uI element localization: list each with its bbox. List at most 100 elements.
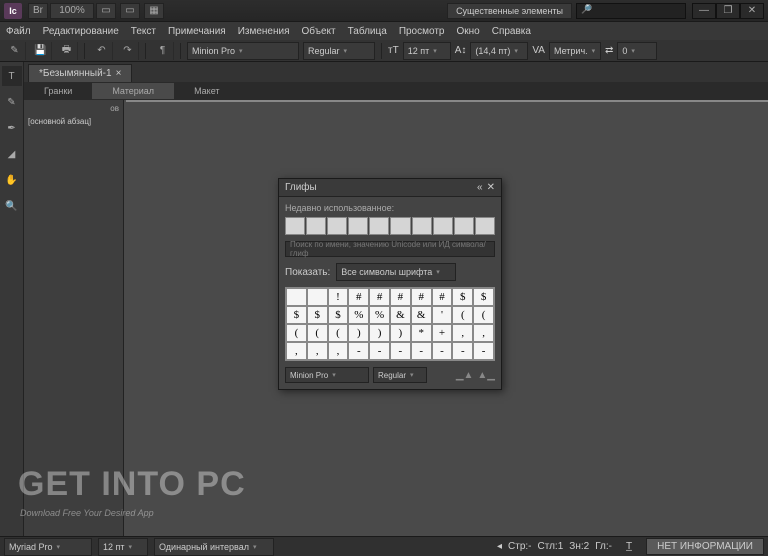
glyph-cell[interactable]: ' — [432, 306, 453, 324]
maximize-button[interactable]: ❐ — [716, 3, 740, 19]
menu-file[interactable]: Файл — [6, 26, 31, 37]
glyph-cell[interactable]: # — [390, 288, 411, 306]
recent-glyph-cell[interactable] — [327, 217, 347, 235]
glyph-cell[interactable]: , — [473, 324, 494, 342]
tracking-combo[interactable]: 0 — [617, 42, 657, 60]
recent-glyph-cell[interactable] — [433, 217, 453, 235]
bridge-button[interactable]: Br — [28, 3, 48, 19]
recent-glyph-cell[interactable] — [454, 217, 474, 235]
zoom-in-icon[interactable]: ▲▁ — [477, 370, 495, 381]
subtab-story[interactable]: Материал — [92, 83, 174, 99]
glyph-cell[interactable]: ( — [307, 324, 328, 342]
close-button[interactable]: ✕ — [740, 3, 764, 19]
close-tab-icon[interactable]: × — [116, 68, 122, 79]
measure-tool[interactable]: ◢ — [2, 144, 22, 164]
print-button[interactable]: 🖶 — [56, 42, 78, 60]
pilcrow-button[interactable]: ¶ — [152, 42, 174, 60]
glyph-cell[interactable]: , — [328, 342, 349, 360]
zoom-out-icon[interactable]: ▁▲ — [456, 370, 474, 381]
status-spacing-combo[interactable]: Одинарный интервал — [154, 538, 274, 556]
glyph-cell[interactable]: ( — [473, 306, 494, 324]
status-size-combo[interactable]: 12 пт — [98, 538, 148, 556]
recent-glyph-cell[interactable] — [412, 217, 432, 235]
glyph-cell[interactable]: ) — [348, 324, 369, 342]
glyph-cell[interactable]: - — [432, 342, 453, 360]
font-style-combo[interactable]: Regular — [303, 42, 375, 60]
glyph-search-input[interactable]: Поиск по имени, значению Unicode или ИД … — [285, 241, 495, 257]
minimize-button[interactable]: — — [692, 3, 716, 19]
font-size-combo[interactable]: 12 пт — [403, 42, 451, 60]
glyph-cell[interactable]: $ — [328, 306, 349, 324]
recent-glyph-cell[interactable] — [306, 217, 326, 235]
panel-close-icon[interactable]: ✕ — [487, 182, 495, 193]
menu-help[interactable]: Справка — [492, 26, 531, 37]
menu-notes[interactable]: Примечания — [168, 26, 226, 37]
glyph-cell[interactable]: % — [369, 306, 390, 324]
show-filter-combo[interactable]: Все символы шрифта — [336, 263, 456, 281]
glyph-style-combo[interactable]: Regular — [373, 367, 427, 383]
hand-tool[interactable]: ✋ — [2, 170, 22, 190]
glyph-cell[interactable]: + — [432, 324, 453, 342]
glyph-cell[interactable]: ( — [328, 324, 349, 342]
glyph-cell[interactable]: , — [286, 342, 307, 360]
glyph-cell[interactable]: - — [348, 342, 369, 360]
subtab-layout[interactable]: Макет — [174, 83, 239, 99]
arrange-docs-button[interactable]: ▦ — [144, 3, 164, 19]
menu-window[interactable]: Окно — [456, 26, 479, 37]
status-info[interactable]: НЕТ ИНФОРМАЦИИ — [646, 538, 764, 555]
glyph-cell[interactable]: , — [452, 324, 473, 342]
zoom-tool[interactable]: 🔍 — [2, 196, 22, 216]
glyph-cell[interactable]: - — [390, 342, 411, 360]
status-font-combo[interactable]: Myriad Pro — [4, 538, 92, 556]
glyph-cell[interactable]: $ — [473, 288, 494, 306]
menu-text[interactable]: Текст — [131, 26, 156, 37]
glyph-cell[interactable]: # — [348, 288, 369, 306]
glyph-cell[interactable]: ) — [390, 324, 411, 342]
document-tab[interactable]: *Безымянный-1 × — [28, 64, 132, 82]
panel-collapse-icon[interactable]: « — [477, 182, 483, 193]
menu-view[interactable]: Просмотр — [399, 26, 445, 37]
undo-button[interactable]: ↶ — [91, 42, 113, 60]
note-button[interactable]: ✎ — [4, 42, 26, 60]
workspace-dropdown[interactable]: Существенные элементы — [447, 3, 572, 19]
glyph-cell[interactable]: & — [411, 306, 432, 324]
glyph-cell[interactable]: ) — [369, 324, 390, 342]
kerning-combo[interactable]: Метрич. — [549, 42, 601, 60]
glyph-cell[interactable]: ( — [286, 324, 307, 342]
glyph-cell[interactable]: - — [369, 342, 390, 360]
recent-glyph-cell[interactable] — [475, 217, 495, 235]
menu-edit[interactable]: Редактирование — [43, 26, 119, 37]
glyph-cell[interactable]: $ — [286, 306, 307, 324]
view-mode-button-2[interactable]: ▭ — [120, 3, 140, 19]
note-tool[interactable]: ✎ — [2, 92, 22, 112]
glyph-font-combo[interactable]: Minion Pro — [285, 367, 369, 383]
glyph-cell[interactable]: * — [411, 324, 432, 342]
type-tool[interactable]: T — [2, 66, 22, 86]
glyph-cell[interactable]: - — [452, 342, 473, 360]
glyph-cell[interactable]: # — [432, 288, 453, 306]
menu-object[interactable]: Объект — [302, 26, 336, 37]
glyph-cell[interactable]: , — [307, 342, 328, 360]
glyph-cell[interactable]: ! — [328, 288, 349, 306]
glyph-cell[interactable]: $ — [307, 306, 328, 324]
eyedropper-tool[interactable]: ✒ — [2, 118, 22, 138]
save-button[interactable]: 💾 — [30, 42, 52, 60]
recent-glyph-cell[interactable] — [285, 217, 305, 235]
help-search-input[interactable]: 🔎 — [576, 3, 686, 19]
paragraph-style-item[interactable]: [основной абзац] — [28, 117, 119, 126]
zoom-dropdown[interactable]: 100% — [50, 3, 94, 19]
glyph-cell[interactable]: # — [411, 288, 432, 306]
glyph-cell[interactable] — [307, 288, 328, 306]
glyph-cell[interactable]: $ — [452, 288, 473, 306]
glyph-cell[interactable]: # — [369, 288, 390, 306]
recent-glyph-cell[interactable] — [390, 217, 410, 235]
menu-table[interactable]: Таблица — [348, 26, 387, 37]
redo-button[interactable]: ↷ — [117, 42, 139, 60]
glyph-cell[interactable]: & — [390, 306, 411, 324]
glyph-cell[interactable]: - — [411, 342, 432, 360]
menu-changes[interactable]: Изменения — [238, 26, 290, 37]
glyph-cell[interactable]: % — [348, 306, 369, 324]
leading-combo[interactable]: (14,4 пт) — [470, 42, 528, 60]
recent-glyph-cell[interactable] — [369, 217, 389, 235]
story-editor[interactable]: ☑ Материал 1 ▣ 1 — [126, 100, 768, 102]
